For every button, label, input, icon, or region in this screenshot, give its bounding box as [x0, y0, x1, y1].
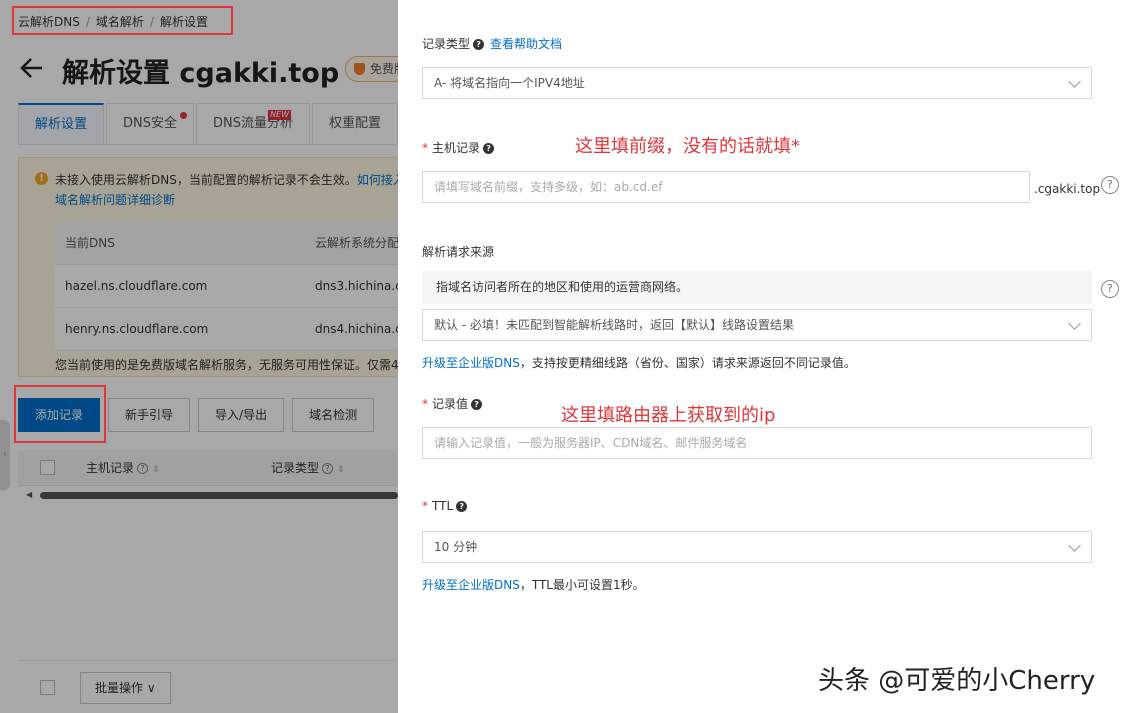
- chevron-down-icon: [1068, 539, 1081, 552]
- help-doc-link[interactable]: 查看帮助文档: [490, 37, 562, 51]
- help-icon: ?: [473, 39, 485, 50]
- highlight-box-add-record: [14, 385, 106, 443]
- annotation-host: 这里填前缀，没有的话就填*: [575, 136, 800, 157]
- question-circle-icon[interactable]: ?: [1101, 176, 1119, 194]
- record-value-label: * 记录值?: [422, 395, 483, 412]
- source-select[interactable]: 默认 - 必填！未匹配到智能解析线路时，返回【默认】线路设置结果: [422, 309, 1092, 341]
- help-icon: ?: [471, 399, 483, 410]
- watermark: 头条 @可爱的小Cherry: [818, 666, 1096, 696]
- background-page: 云解析DNS/域名解析/解析设置 解析设置 cgakki.top 免费版 解析设…: [0, 0, 398, 713]
- question-circle-icon[interactable]: ?: [1101, 280, 1119, 298]
- source-upgrade-hint: 升级至企业版DNS，支持按更精细线路（省份、国家）请求来源返回不同记录值。: [422, 356, 856, 370]
- ttl-select[interactable]: 10 分钟: [422, 531, 1092, 563]
- source-label: 解析请求来源: [422, 245, 495, 259]
- domain-suffix: .cgakki.top: [1034, 182, 1101, 196]
- upgrade-link[interactable]: 升级至企业版DNS: [422, 578, 520, 592]
- upgrade-link[interactable]: 升级至企业版DNS: [422, 356, 520, 370]
- chevron-down-icon: [1068, 75, 1081, 88]
- highlight-box-breadcrumb: [12, 6, 233, 35]
- host-input[interactable]: 请填写域名前缀，支持多级，如：ab.cd.ef: [422, 171, 1030, 203]
- ttl-upgrade-hint: 升级至企业版DNS，TTL最小可设置1秒。: [422, 578, 645, 592]
- ttl-label: * TTL?: [422, 499, 468, 513]
- record-value-input[interactable]: 请输入记录值，一般为服务器IP、CDN域名、邮件服务域名: [422, 427, 1092, 459]
- source-description: 指域名访问者所在的地区和使用的运营商网络。: [422, 271, 1092, 304]
- overlay-mask[interactable]: [0, 0, 398, 713]
- host-label: * 主机记录?: [422, 139, 495, 156]
- record-type-label: 记录类型? 查看帮助文档: [422, 37, 563, 51]
- annotation-value: 这里填路由器上获取到的ip: [561, 405, 776, 426]
- record-type-select[interactable]: A- 将域名指向一个IPV4地址: [422, 67, 1092, 99]
- add-record-drawer: 记录类型? 查看帮助文档 A- 将域名指向一个IPV4地址 * 主机记录? 这里填前…: [398, 0, 1148, 713]
- help-icon: ?: [456, 501, 468, 512]
- chevron-down-icon: [1068, 317, 1081, 330]
- help-icon: ?: [483, 143, 495, 154]
